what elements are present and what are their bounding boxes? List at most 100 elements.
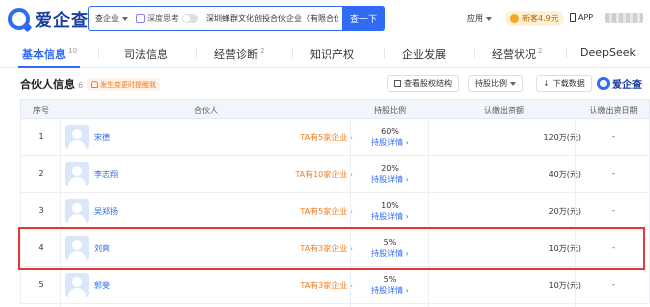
brand-icon — [597, 77, 610, 90]
tab-divider — [98, 48, 99, 58]
partner-companies-label: TA有10家企业 — [295, 170, 348, 179]
ratio-value: 20% — [381, 164, 399, 173]
tab-basic-info[interactable]: 基本信息 10 — [22, 46, 77, 62]
section-header: 合伙人信息 6 发生变更时提醒我 查看股权结构 持股比例 ↓ 下载数据 爱企查 — [0, 68, 650, 98]
logo-icon — [8, 7, 30, 30]
search-scope-dropdown[interactable]: 查企业 — [89, 13, 128, 24]
column-divider — [428, 119, 429, 307]
table-row: 1 宋德 TA有5家企业 › 60% 持股详情 › 120万(元) - — [20, 119, 650, 156]
tab-intellectual-property[interactable]: 知识产权 — [310, 46, 354, 62]
deep-think-toggle[interactable]: 深度思考 — [136, 13, 198, 24]
partner-name-link[interactable]: 李志翔 — [94, 169, 118, 180]
column-header: 序号 — [33, 106, 49, 115]
vip-icon — [510, 14, 519, 23]
change-alert-label: 发生变更时提醒我 — [100, 80, 156, 89]
partner-companies-link[interactable]: TA有10家企业 › — [295, 169, 353, 180]
column-header: 认缴出资额 — [484, 106, 524, 115]
vip-badge[interactable]: 新客4.9元 — [505, 11, 564, 26]
search-box: 查企业 深度思考 查一下 — [88, 6, 385, 31]
change-alert-button[interactable]: 发生变更时提醒我 — [87, 78, 160, 91]
avatar[interactable] — [65, 273, 89, 297]
ratio-cell: 10% 持股详情 › — [351, 200, 429, 222]
partner-companies-label: TA有5家企业 — [300, 133, 348, 142]
holding-detail-label: 持股详情 — [371, 175, 404, 184]
holding-detail-link[interactable]: 持股详情 › — [351, 174, 429, 185]
column-header: 合伙人 — [194, 106, 218, 115]
app-download-link[interactable]: APP — [570, 13, 593, 22]
toggle-switch[interactable] — [182, 14, 198, 23]
section-count: 6 — [78, 81, 84, 90]
column-divider — [60, 119, 61, 307]
ratio-cell: 5% 持股详情 › — [351, 274, 429, 296]
tab-divider — [196, 48, 197, 58]
table-header: 序号 合伙人 持股比例 认缴出资额 认缴出资日期 — [20, 99, 650, 119]
ratio-value: 60% — [381, 127, 399, 136]
column-divider — [350, 119, 351, 307]
brand-text: 爱企查 — [612, 80, 642, 91]
tab-label: DeepSeek — [580, 46, 636, 59]
chevron-down-icon — [486, 16, 492, 21]
partner-companies-label: TA有5家企业 — [300, 207, 348, 216]
chevron-down-icon — [122, 16, 128, 21]
partner-companies-link[interactable]: TA有3家企业 › — [300, 280, 353, 291]
avatar[interactable] — [65, 199, 89, 223]
tab-judicial[interactable]: 司法信息 — [124, 46, 168, 62]
tab-bar: 基本信息 10 司法信息 经营诊断 2 知识产权 企业发展 经营状况 2 DeepSe… — [0, 38, 650, 68]
holding-detail-label: 持股详情 — [371, 138, 404, 147]
partner-companies-link[interactable]: TA有5家企业 › — [300, 206, 353, 217]
holding-detail-link[interactable]: 持股详情 › — [351, 211, 429, 222]
brand-logo: 爱企查 — [597, 76, 642, 91]
tab-label: 企业发展 — [402, 48, 446, 61]
subscribed-date: - — [612, 280, 615, 289]
equity-structure-label: 查看股权结构 — [404, 79, 452, 88]
partner-companies-link[interactable]: TA有5家企业 › — [300, 132, 353, 143]
app-menu[interactable]: 应用 — [467, 13, 492, 24]
phone-icon — [570, 13, 576, 22]
vip-label: 新客4.9元 — [522, 14, 559, 23]
highlight-box — [18, 227, 645, 270]
top-bar: 爱企查 查企业 深度思考 查一下 应用 新客4.9元 APP — [0, 0, 650, 38]
structure-icon — [394, 80, 401, 87]
row-index: 3 — [38, 206, 44, 215]
subscribed-date: - — [612, 132, 615, 141]
tab-operation-diagnosis[interactable]: 经营诊断 2 — [214, 46, 264, 62]
search-scope-label: 查企业 — [95, 14, 119, 23]
sort-label: 持股比例 — [475, 79, 507, 88]
tab-development[interactable]: 企业发展 — [402, 46, 446, 62]
tab-divider — [474, 48, 475, 58]
partner-name-link[interactable]: 吴郑扬 — [94, 206, 118, 217]
tab-count: 2 — [260, 47, 265, 56]
tab-label: 基本信息 — [22, 48, 66, 61]
search-input[interactable] — [206, 14, 338, 23]
download-label: 下载数据 — [552, 79, 585, 88]
section-title: 合伙人信息 6 — [20, 76, 83, 92]
logo[interactable]: 爱企查 — [8, 6, 89, 31]
avatar[interactable] — [65, 125, 89, 149]
user-account[interactable] — [605, 13, 643, 23]
column-header: 持股比例 — [374, 106, 406, 115]
table-row: 5 郭斐 TA有3家企业 › 5% 持股详情 › 10万(元) - — [20, 267, 650, 304]
app-download-label: APP — [578, 13, 594, 22]
partner-name-link[interactable]: 宋德 — [94, 132, 110, 143]
row-index: 1 — [38, 132, 44, 141]
sort-dropdown[interactable]: 持股比例 — [468, 75, 523, 92]
avatar[interactable] — [65, 162, 89, 186]
chevron-down-icon — [510, 81, 516, 86]
holding-detail-label: 持股详情 — [371, 212, 404, 221]
column-header: 认缴出资日期 — [589, 106, 638, 115]
subscribed-date: - — [612, 206, 615, 215]
partner-name-link[interactable]: 郭斐 — [94, 280, 110, 291]
download-button[interactable]: ↓ 下载数据 — [536, 75, 592, 92]
tab-deepseek[interactable]: DeepSeek — [580, 46, 636, 59]
tab-divider — [384, 48, 385, 58]
deep-think-label: 深度思考 — [147, 14, 179, 23]
table-row: 2 李志翔 TA有10家企业 › 20% 持股详情 › 40万(元) - — [20, 156, 650, 193]
deep-think-icon — [136, 14, 145, 23]
subscribed-date: - — [612, 169, 615, 178]
tab-business-status[interactable]: 经营状况 2 — [492, 46, 542, 62]
holding-detail-link[interactable]: 持股详情 › — [351, 137, 429, 148]
holding-detail-link[interactable]: 持股详情 › — [351, 285, 429, 296]
equity-structure-button[interactable]: 查看股权结构 — [387, 75, 459, 92]
search-button[interactable]: 查一下 — [342, 6, 385, 31]
row-index: 2 — [38, 169, 44, 178]
